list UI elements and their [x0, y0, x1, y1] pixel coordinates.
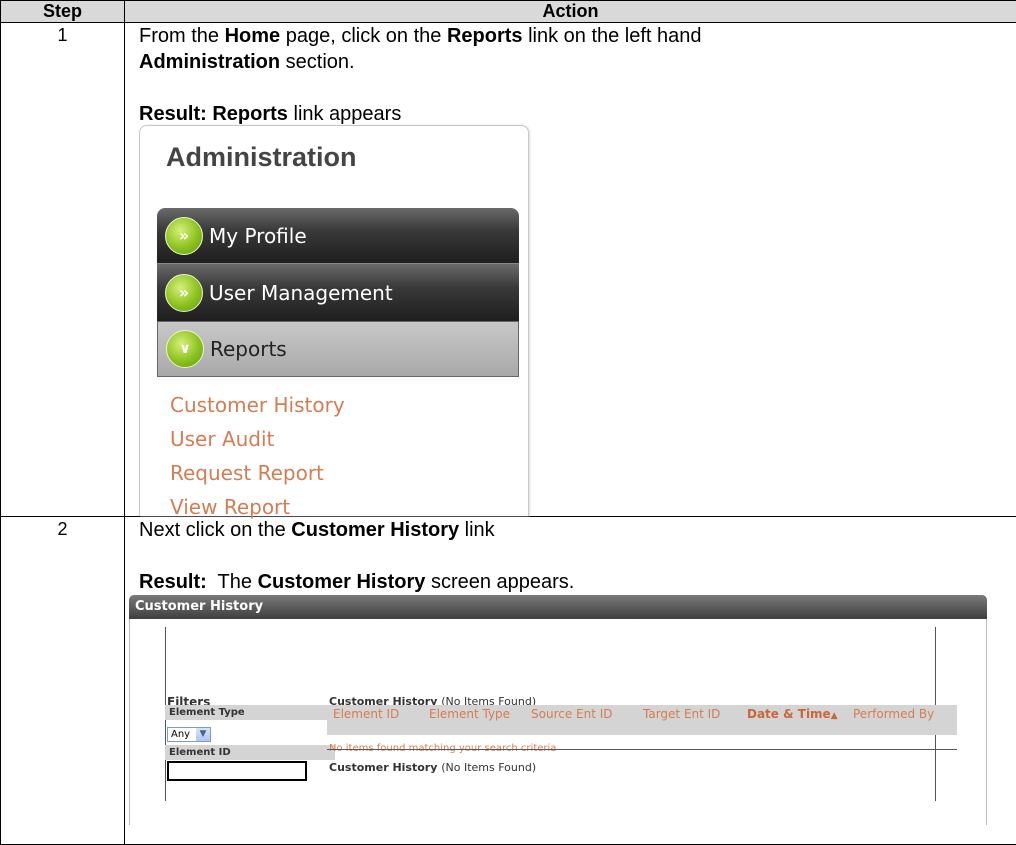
chevron-down-icon: ∨ — [166, 330, 204, 368]
administration-panel-screenshot: Administration » My Profile » User Manag… — [139, 125, 529, 519]
instruction-text: Next click on the Customer History link — [139, 519, 495, 541]
column-header-target-ent-id[interactable]: Target Ent ID — [637, 705, 741, 735]
header-action: Action — [124, 0, 1016, 23]
column-header-source-ent-id[interactable]: Source Ent ID — [525, 705, 637, 735]
administration-title: Administration — [166, 142, 357, 172]
step-number: 1 — [0, 22, 125, 517]
step-row-2: 2 Next click on the Customer History lin… — [0, 516, 1016, 845]
double-chevron-right-icon: » — [165, 216, 203, 255]
double-chevron-right-icon: » — [165, 273, 203, 312]
sort-up-icon: ▲ — [830, 711, 838, 721]
procedure-table: Step Action 1 From the Home page, click … — [0, 0, 1016, 845]
results-footer-title: Customer History (No Items Found) — [329, 761, 537, 774]
customer-history-screenshot: Customer History Filters Element Type An… — [129, 595, 987, 825]
column-header-element-id[interactable]: Element ID — [327, 705, 423, 735]
menu-item-reports[interactable]: ∨ Reports — [157, 321, 519, 377]
column-header-date-time[interactable]: Date & Time▲ — [741, 705, 847, 735]
menu-item-user-management[interactable]: » User Management — [157, 263, 519, 321]
step-row-1: 1 From the Home page, click on the Repor… — [0, 22, 1016, 519]
link-customer-history[interactable]: Customer History — [170, 392, 345, 418]
column-header-element-type[interactable]: Element Type — [423, 705, 525, 735]
element-type-label: Element Type — [165, 705, 335, 720]
element-type-select[interactable]: Any ▼ — [167, 727, 211, 742]
header-step: Step — [0, 0, 125, 23]
link-request-report[interactable]: Request Report — [170, 460, 324, 486]
step-action: From the Home page, click on the Reports… — [124, 22, 1016, 519]
instruction-text: From the Home page, click on the Reports… — [139, 25, 702, 47]
result-text: Result: Reports link appears — [139, 103, 402, 125]
element-id-input[interactable] — [167, 761, 307, 781]
instruction-text-cont: Administration section. — [139, 51, 355, 73]
menu-item-my-profile[interactable]: » My Profile — [157, 208, 519, 263]
link-view-report[interactable]: View Report — [170, 494, 290, 520]
step-action: Next click on the Customer History link … — [124, 516, 1016, 845]
link-user-audit[interactable]: User Audit — [170, 426, 274, 452]
results-table-header: Element ID Element Type Source Ent ID Ta… — [327, 705, 957, 735]
element-id-label: Element ID — [165, 745, 335, 760]
dropdown-arrow-icon: ▼ — [196, 728, 210, 741]
column-header-performed-by[interactable]: Performed By — [847, 705, 957, 735]
step-number: 2 — [0, 516, 125, 845]
customer-history-window-title: Customer History — [129, 595, 987, 619]
divider — [327, 749, 957, 750]
result-text: Result: The Customer History screen appe… — [139, 571, 575, 593]
table-header-row: Step Action — [0, 0, 1016, 23]
